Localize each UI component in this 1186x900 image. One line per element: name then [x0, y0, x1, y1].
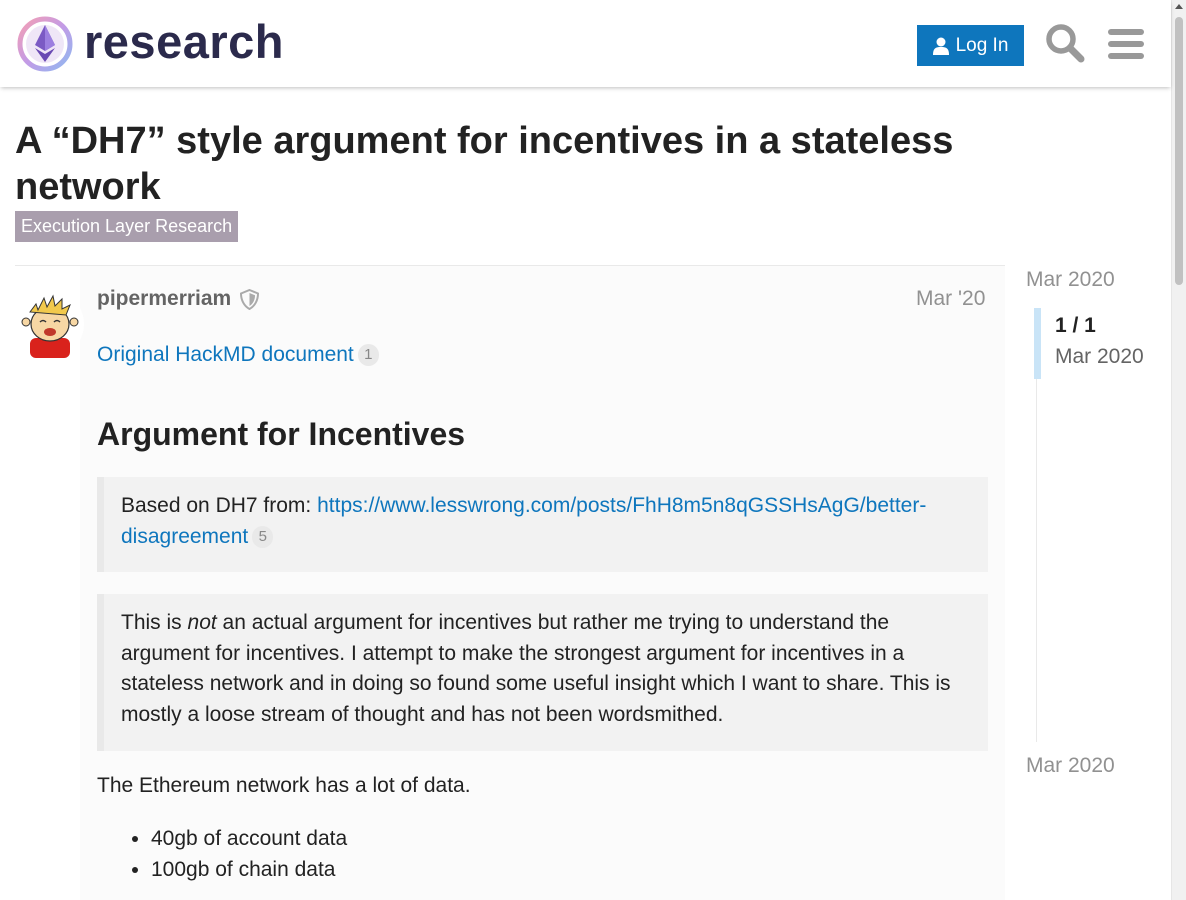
research-logo-icon[interactable] [16, 15, 74, 73]
page-scrollbar[interactable] [1171, 0, 1186, 900]
post-date[interactable]: Mar '20 [916, 286, 985, 312]
login-label: Log In [955, 34, 1009, 56]
search-button[interactable] [1042, 20, 1088, 66]
timeline-handle[interactable] [1034, 308, 1041, 379]
user-avatar[interactable] [16, 290, 85, 359]
blockquote-source: Based on DH7 from: https://www.lesswrong… [97, 477, 988, 572]
hackmd-link[interactable]: Original HackMD document [97, 343, 354, 366]
timeline-start-date[interactable]: Mar 2020 [1026, 267, 1115, 293]
post-heading: Argument for Incentives [97, 416, 466, 452]
lesswrong-link-part1[interactable]: https://www.lesswrong.com/posts/FhH8m5n8… [317, 494, 926, 517]
list-item: 40gb of account data [151, 824, 347, 855]
topic-title: A “DH7” style argument for incentives in… [15, 120, 954, 208]
link-click-count: 1 [357, 344, 379, 366]
hamburger-menu-icon [1108, 29, 1144, 59]
paragraph-ethereum-data: The Ethereum network has a lot of data. [97, 774, 471, 797]
list-item: 100gb of chain data [151, 855, 347, 886]
quote1-link-click-count: 5 [252, 525, 274, 548]
user-icon [932, 37, 949, 55]
quote2-pre: This is [121, 611, 188, 634]
lesswrong-link-part2[interactable]: disagreement [121, 525, 248, 548]
scroll-up-arrow-icon[interactable] [1175, 4, 1183, 9]
search-icon [1046, 24, 1085, 63]
quote2-emphasis: not [187, 611, 217, 634]
timeline-position-date: Mar 2020 [1055, 345, 1144, 368]
blockquote-disclaimer: This is not an actual argument for incen… [97, 594, 988, 751]
hackmd-link-line: Original HackMD document 1 [97, 340, 379, 371]
post-username[interactable]: pipermerriam [97, 286, 231, 312]
menu-button[interactable] [1104, 22, 1148, 66]
site-header: research Log In [0, 0, 1171, 87]
timeline-position: 1 / 1 [1055, 314, 1096, 337]
shield-icon [239, 289, 260, 310]
category-badge[interactable]: Execution Layer Research [15, 211, 239, 242]
timeline-end-date[interactable]: Mar 2020 [1026, 753, 1115, 779]
quote2-post: an actual argument for incentives but ra… [121, 611, 951, 726]
data-list: 40gb of account data 100gb of chain data [97, 824, 347, 885]
quote1-prefix: Based on DH7 from: [121, 494, 318, 517]
scroll-thumb[interactable] [1175, 17, 1183, 285]
login-button[interactable]: Log In [917, 25, 1024, 66]
site-name[interactable]: research [84, 10, 284, 74]
